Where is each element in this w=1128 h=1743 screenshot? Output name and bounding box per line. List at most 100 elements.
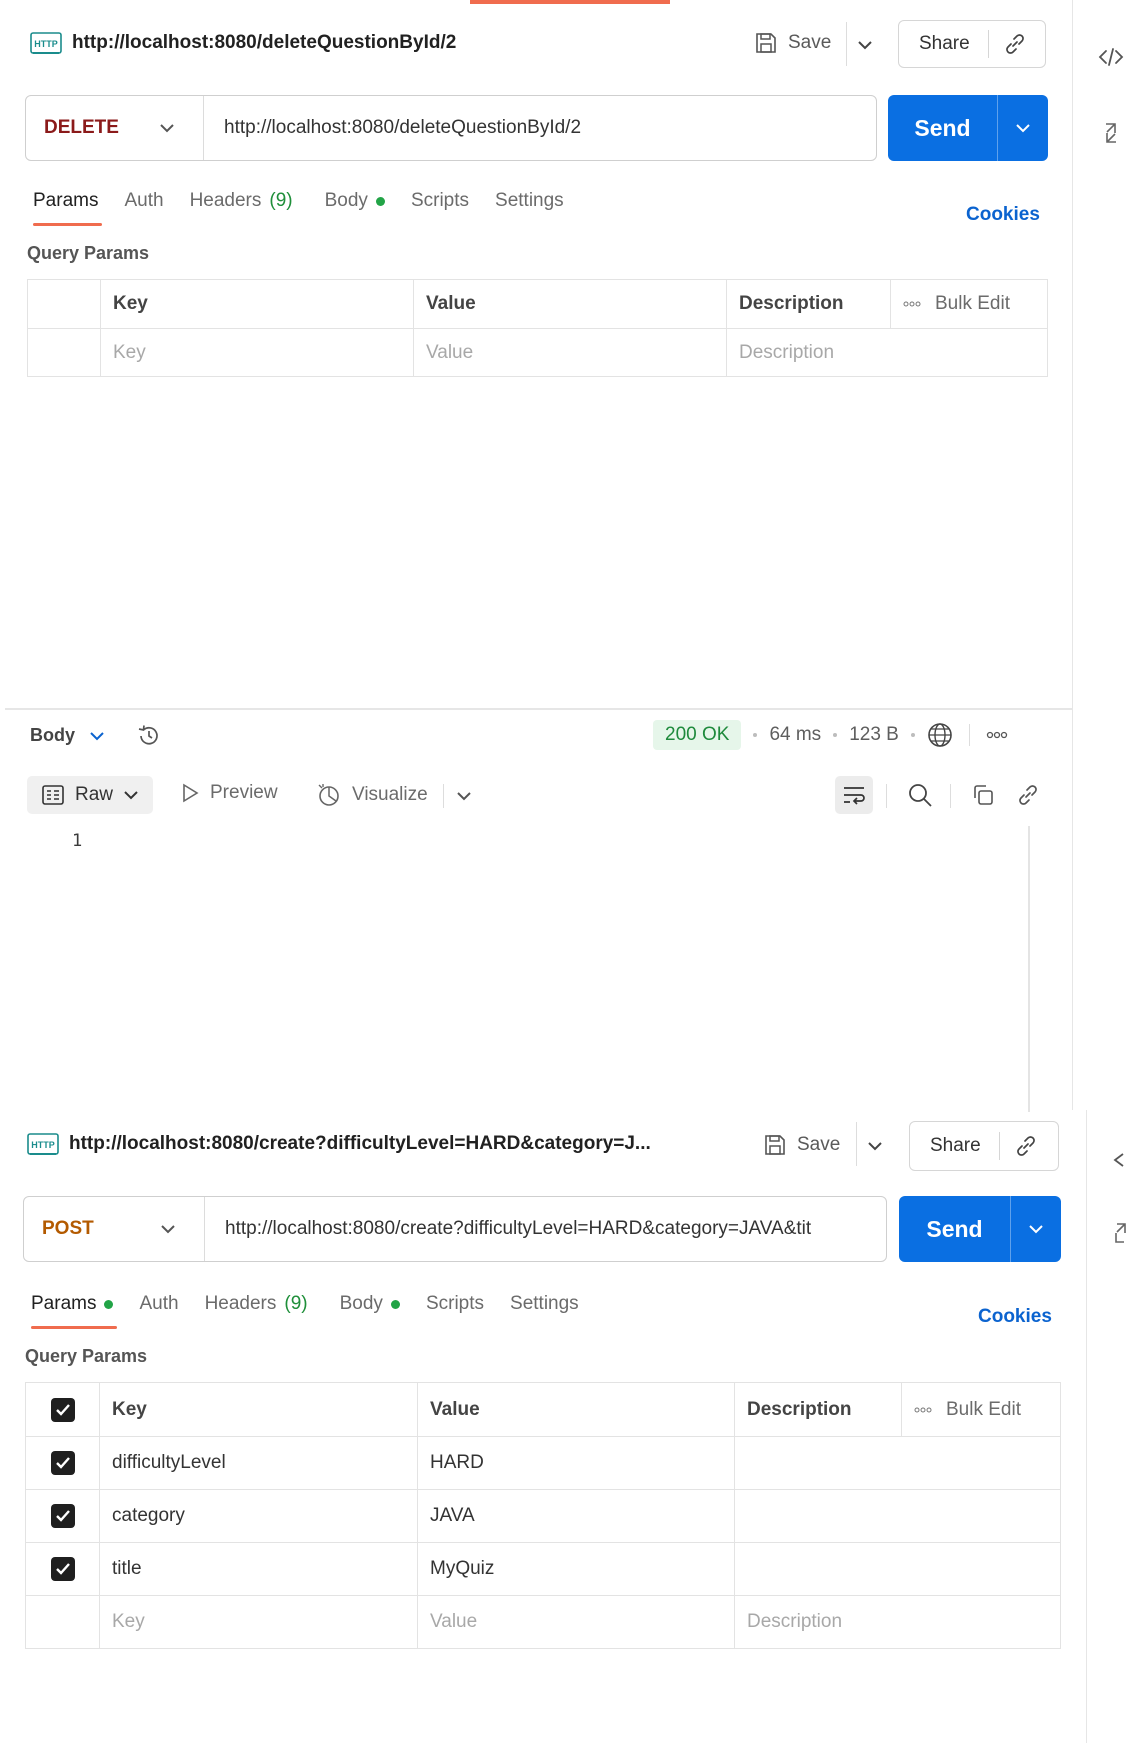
svg-text:HTTP: HTTP — [31, 1140, 55, 1150]
key-input[interactable]: Key — [99, 1596, 417, 1648]
method-select[interactable]: DELETE — [26, 96, 204, 160]
key-input[interactable]: difficultyLevel — [99, 1437, 417, 1489]
cookies-link[interactable]: Cookies — [978, 1306, 1052, 1328]
send-dropdown-button[interactable] — [1010, 1196, 1061, 1262]
send-button[interactable]: Send — [899, 1216, 1010, 1243]
table-row-empty: Key Value Description — [26, 1595, 1060, 1648]
tab-body[interactable]: Body — [325, 190, 385, 212]
description-input[interactable] — [734, 1490, 1060, 1542]
tab-settings[interactable]: Settings — [510, 1293, 579, 1315]
expand-icon[interactable] — [1098, 120, 1124, 146]
response-divider[interactable] — [5, 708, 1072, 710]
preview-label: Preview — [210, 782, 278, 803]
checkbox-cell — [26, 1543, 99, 1595]
request-title[interactable]: HTTP http://localhost:8080/deleteQuestio… — [30, 30, 456, 56]
history-button[interactable] — [135, 722, 163, 750]
value-input[interactable]: Value — [413, 329, 726, 376]
save-divider — [846, 22, 847, 66]
row-checkbox[interactable] — [50, 1504, 75, 1528]
network-info-button[interactable] — [927, 722, 953, 748]
copy-button[interactable] — [968, 780, 998, 810]
meta-separator — [753, 733, 758, 737]
copy-link-button[interactable] — [1013, 780, 1043, 810]
send-button[interactable]: Send — [888, 115, 997, 142]
send-dropdown-button[interactable] — [997, 95, 1048, 161]
tab-scripts[interactable]: Scripts — [411, 190, 469, 212]
response-body-label: Body — [30, 725, 75, 745]
chevron-down-icon — [161, 1225, 175, 1234]
row-checkbox[interactable] — [50, 1557, 75, 1581]
description-input[interactable] — [734, 1543, 1060, 1595]
raw-label: Raw — [75, 784, 114, 805]
request-title[interactable]: HTTP http://localhost:8080/create?diffic… — [27, 1131, 651, 1157]
method-select[interactable]: POST — [24, 1197, 205, 1261]
share-button[interactable]: Share — [899, 30, 989, 58]
key-input[interactable]: category — [99, 1490, 417, 1542]
search-button[interactable] — [905, 780, 935, 810]
save-dropdown-button[interactable] — [852, 34, 878, 56]
raw-format-select[interactable]: Raw — [27, 776, 154, 814]
response-time[interactable]: 64 ms — [769, 724, 821, 746]
value-input[interactable]: JAVA — [417, 1490, 734, 1542]
expand-icon-lower[interactable] — [1110, 1220, 1128, 1246]
code-icon-lower[interactable] — [1108, 1145, 1128, 1175]
visualize-dropdown-button[interactable] — [454, 788, 474, 804]
visualize-button[interactable]: Visualize — [316, 782, 428, 808]
tab-auth[interactable]: Auth — [139, 1293, 178, 1315]
tab-body[interactable]: Body — [340, 1293, 400, 1315]
cookies-link[interactable]: Cookies — [966, 204, 1040, 226]
key-input[interactable]: title — [99, 1543, 417, 1595]
url-input[interactable]: http://localhost:8080/create?difficultyL… — [205, 1218, 886, 1240]
play-icon — [183, 783, 199, 803]
value-input[interactable]: HARD — [417, 1437, 734, 1489]
value-input[interactable]: Value — [417, 1596, 734, 1648]
chevron-down-icon — [90, 731, 104, 740]
checkbox-cell — [26, 1437, 99, 1489]
save-button[interactable]: Save — [754, 31, 831, 55]
tab-label: Body — [324, 190, 368, 211]
tab-params[interactable]: Params — [31, 1293, 118, 1329]
response-scrollbar[interactable] — [1028, 826, 1030, 1112]
response-body-selector[interactable]: Body — [30, 725, 105, 746]
preview-button[interactable]: Preview — [180, 782, 278, 804]
tab-headers[interactable]: Headers (9) — [205, 1293, 308, 1315]
code-icon[interactable] — [1096, 42, 1126, 72]
toolbar-divider — [950, 784, 951, 808]
share-group: Share — [898, 20, 1046, 68]
meta-separator — [910, 733, 915, 737]
description-input[interactable]: Description — [734, 1596, 1060, 1648]
save-dropdown-button[interactable] — [862, 1135, 888, 1157]
status-badge[interactable]: 200 OK — [653, 720, 742, 750]
description-input[interactable] — [734, 1437, 1060, 1489]
copy-link-button[interactable] — [1000, 1134, 1052, 1158]
tab-auth[interactable]: Auth — [124, 190, 163, 212]
bulk-edit-button[interactable]: Bulk Edit — [914, 1399, 1021, 1421]
tab-label: Scripts — [425, 1293, 485, 1314]
save-button[interactable]: Save — [763, 1133, 840, 1157]
response-meta: 200 OK 64 ms 123 B — [653, 720, 1008, 750]
right-rail-divider — [1072, 0, 1073, 1110]
row-checkbox[interactable] — [50, 1451, 75, 1475]
description-input[interactable]: Description — [726, 329, 1047, 376]
value-input[interactable]: MyQuiz — [417, 1543, 734, 1595]
meta-divider — [968, 724, 970, 746]
copy-link-button[interactable] — [989, 32, 1041, 56]
meta-separator — [833, 733, 838, 737]
response-size[interactable]: 123 B — [849, 724, 899, 746]
share-button[interactable]: Share — [910, 1132, 1000, 1160]
bulk-edit-button[interactable]: Bulk Edit — [903, 293, 1010, 315]
active-tab-indicator — [470, 0, 670, 4]
response-more-button[interactable] — [986, 731, 1008, 739]
tab-headers[interactable]: Headers (9) — [190, 190, 293, 212]
svg-text:HTTP: HTTP — [34, 39, 58, 49]
url-input[interactable]: http://localhost:8080/deleteQuestionById… — [204, 117, 876, 139]
params-indicator-dot — [104, 1299, 114, 1309]
tab-params[interactable]: Params — [33, 190, 103, 226]
table-row: title MyQuiz — [26, 1542, 1060, 1595]
tab-settings[interactable]: Settings — [495, 190, 564, 212]
save-icon — [765, 1135, 785, 1155]
select-all-checkbox[interactable] — [50, 1397, 75, 1422]
wrap-lines-button[interactable] — [835, 776, 873, 814]
tab-scripts[interactable]: Scripts — [426, 1293, 484, 1315]
key-input[interactable]: Key — [100, 329, 413, 376]
